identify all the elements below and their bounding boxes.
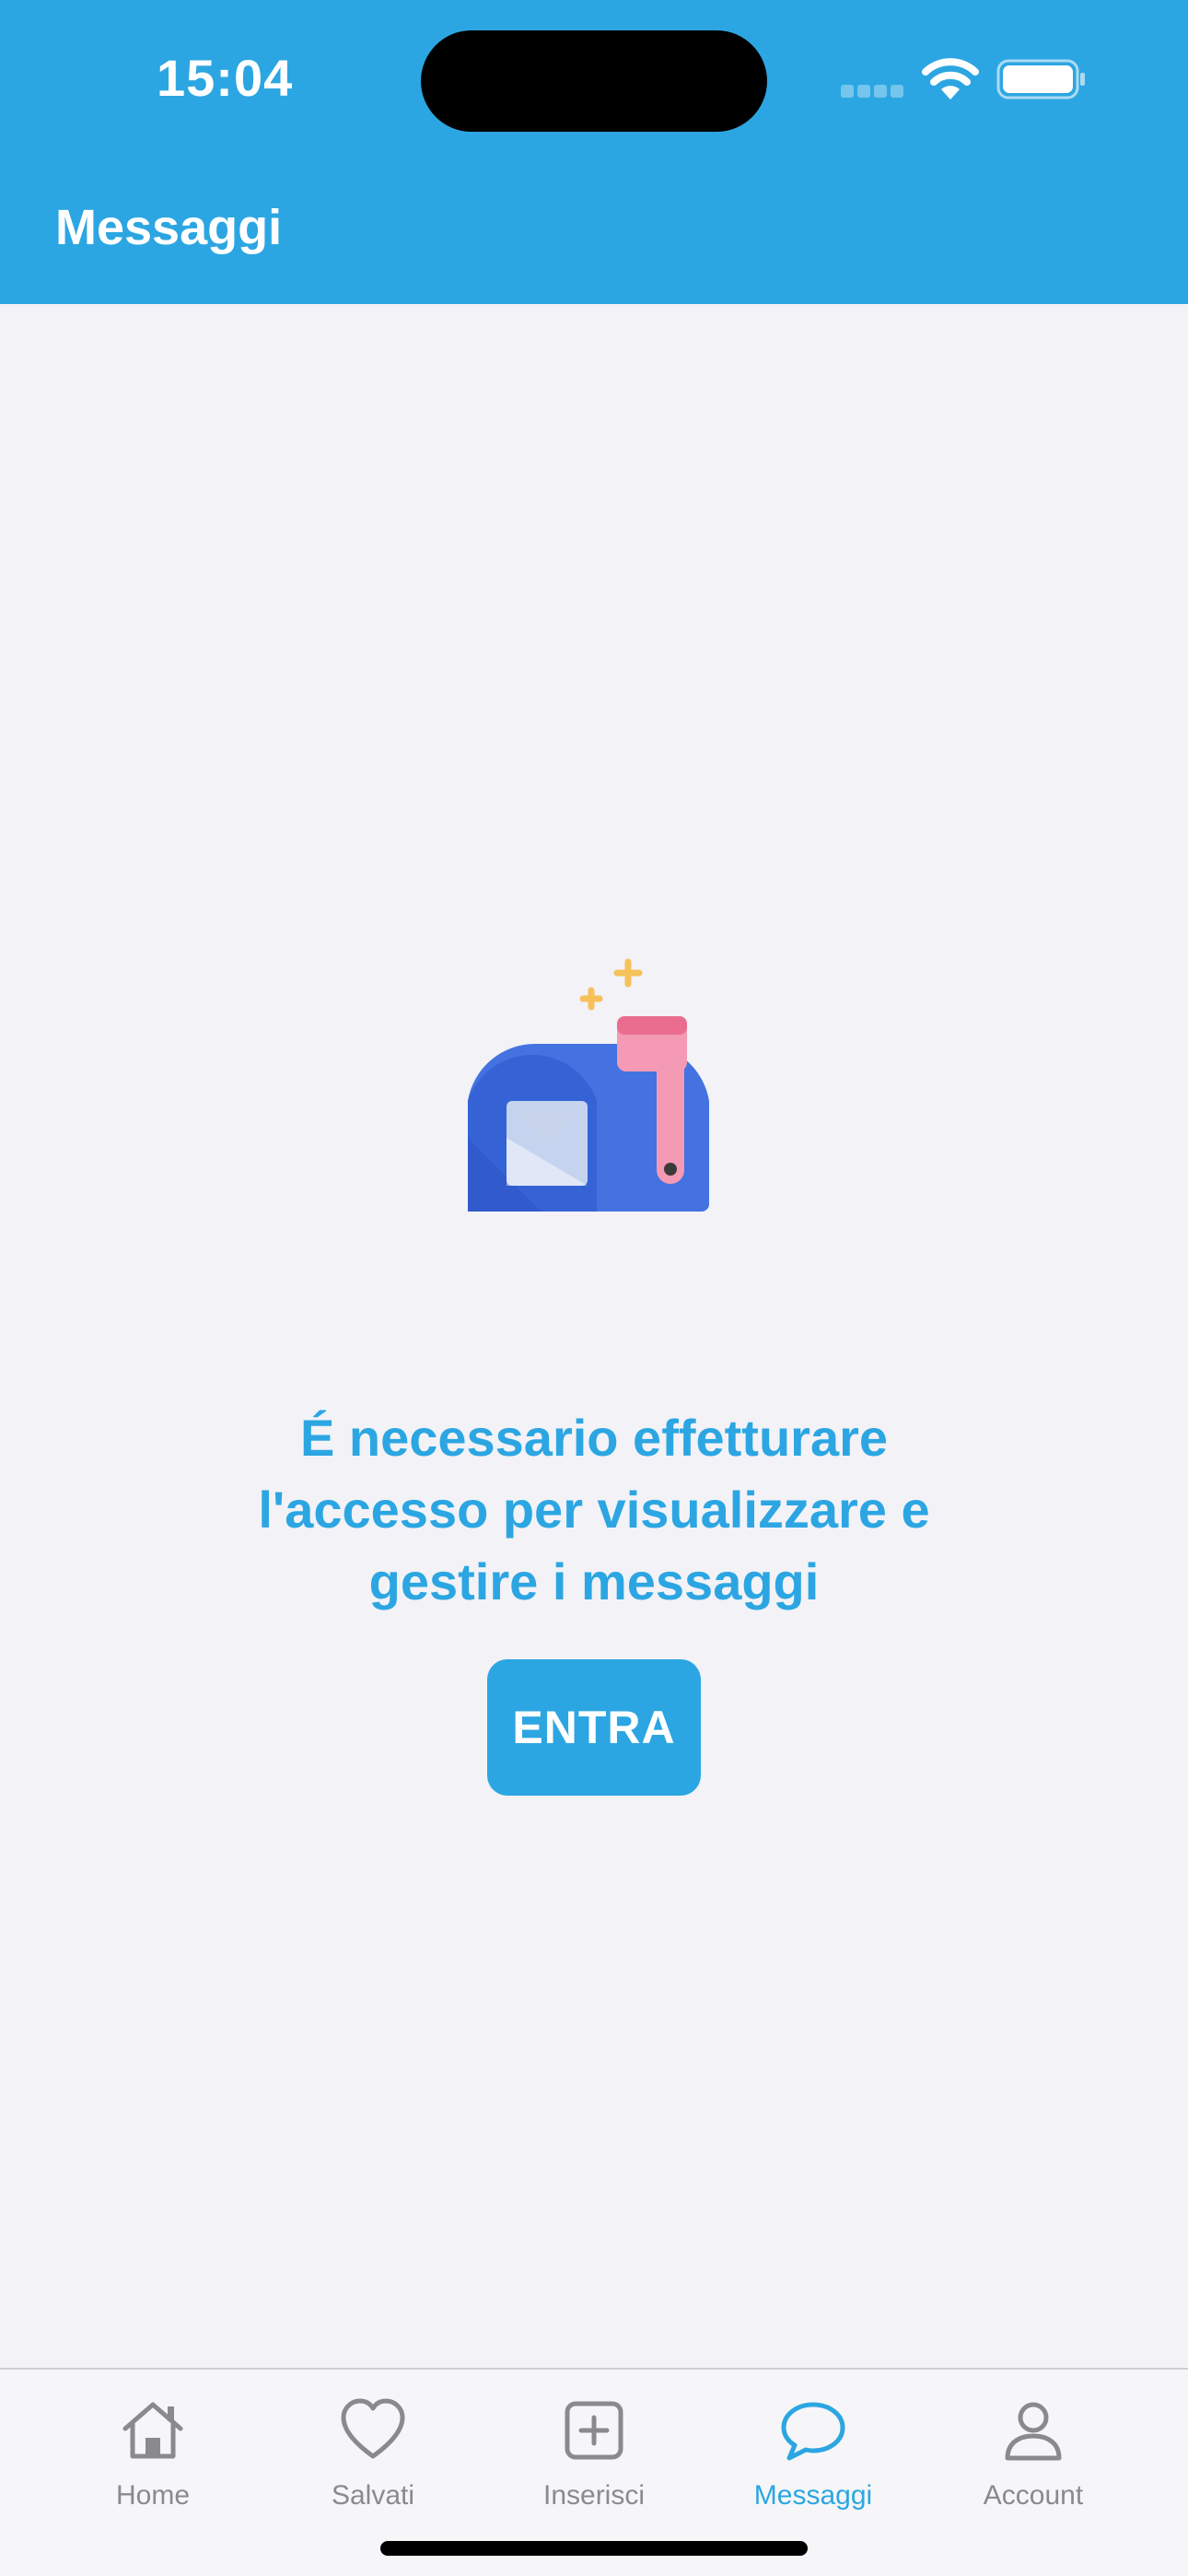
tab-account[interactable]: Account	[941, 2395, 1125, 2534]
home-indicator[interactable]	[380, 2541, 808, 2556]
screen: 15:04 Messaggi É necessario effetturare …	[0, 0, 1188, 2576]
dynamic-island	[421, 30, 767, 132]
tab-inserisci[interactable]: Inserisci	[502, 2395, 686, 2534]
header: 15:04 Messaggi	[0, 0, 1188, 304]
person-icon	[1005, 2402, 1062, 2461]
battery-icon	[996, 59, 1085, 100]
mailbox-icon	[468, 958, 709, 1212]
tab-home[interactable]: Home	[61, 2395, 245, 2534]
tab-label: Inserisci	[542, 2480, 646, 2511]
tab-label: Messaggi	[753, 2480, 873, 2511]
page-title: Messaggi	[55, 200, 283, 255]
wifi-icon	[922, 58, 979, 100]
login-button[interactable]: ENTRA	[487, 1659, 701, 1796]
tab-label: Account	[983, 2480, 1084, 2511]
signal-icon	[841, 85, 903, 98]
chat-bubble-icon	[781, 2402, 845, 2461]
heart-icon	[341, 2398, 405, 2459]
tab-messaggi[interactable]: Messaggi	[721, 2395, 905, 2534]
tab-salvati[interactable]: Salvati	[281, 2395, 465, 2534]
login-required-message: É necessario effetturare l'accesso per v…	[258, 1409, 930, 1610]
tab-label: Salvati	[331, 2480, 415, 2511]
tab-label: Home	[115, 2480, 191, 2511]
status-time: 15:04	[157, 49, 294, 107]
plus-square-icon	[565, 2401, 623, 2460]
home-icon	[122, 2402, 183, 2459]
